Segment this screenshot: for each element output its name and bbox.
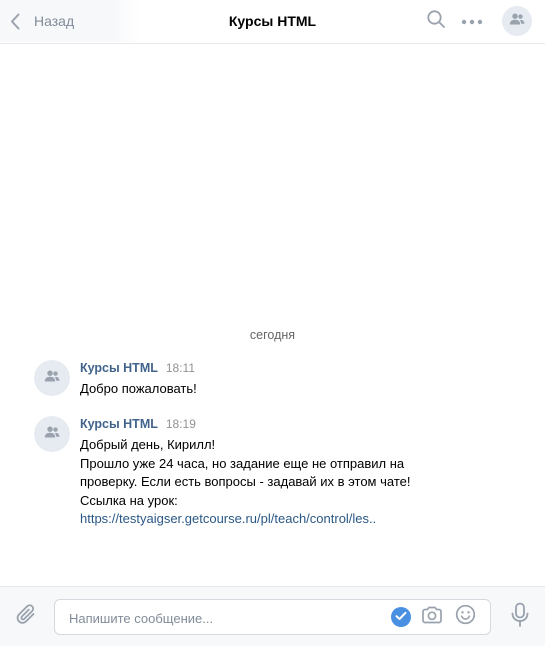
message-composer bbox=[0, 586, 545, 646]
search-button[interactable] bbox=[424, 9, 448, 33]
message-line: проверку. Если есть вопросы - задавай их… bbox=[80, 474, 411, 489]
message-time: 18:19 bbox=[165, 417, 196, 431]
more-dots-icon bbox=[461, 12, 483, 30]
back-label: Назад bbox=[34, 13, 75, 29]
emoji-button[interactable] bbox=[454, 604, 476, 630]
sender-avatar[interactable] bbox=[34, 360, 70, 396]
lesson-link[interactable]: https://testyaigser.getcourse.ru/pl/teac… bbox=[80, 510, 500, 529]
chat-header: Назад Курсы HTML bbox=[0, 0, 545, 44]
message-author[interactable]: Курсы HTML bbox=[80, 361, 158, 375]
chat-window: Назад Курсы HTML сегодня Курсы HTML 18:1… bbox=[0, 0, 545, 646]
message-line: Ссылка на урок: bbox=[80, 492, 178, 508]
date-separator: сегодня bbox=[249, 328, 296, 342]
message-line: Прошло уже 24 часа, но задание еще не от… bbox=[80, 455, 405, 471]
message-text: Добрый день, Кирилл! Прошло уже 24 часа,… bbox=[80, 436, 500, 529]
camera-button[interactable] bbox=[421, 606, 443, 628]
sender-avatar[interactable] bbox=[34, 416, 70, 452]
message-author[interactable]: Курсы HTML bbox=[80, 417, 158, 431]
message-input[interactable] bbox=[67, 600, 381, 636]
group-avatar-icon bbox=[509, 12, 525, 30]
message-text: Добро пожаловать! bbox=[80, 380, 500, 399]
more-button[interactable] bbox=[460, 9, 484, 33]
camera-icon bbox=[421, 606, 443, 629]
search-icon bbox=[426, 9, 446, 34]
chat-avatar-button[interactable] bbox=[502, 6, 532, 36]
back-button[interactable]: Назад bbox=[0, 0, 140, 42]
message-input-wrap bbox=[54, 599, 491, 636]
attach-button[interactable] bbox=[15, 603, 39, 632]
message-meta: Курсы HTML 18:19 bbox=[80, 416, 500, 432]
check-button[interactable] bbox=[391, 607, 411, 627]
group-avatar-icon bbox=[44, 425, 60, 443]
message-time: 18:11 bbox=[165, 361, 196, 375]
message-body: Курсы HTML 18:19 Добрый день, Кирилл! Про… bbox=[80, 416, 500, 529]
message-line: Добро пожаловать! bbox=[80, 381, 197, 396]
voice-message-button[interactable] bbox=[508, 602, 532, 633]
smile-icon bbox=[455, 604, 476, 630]
message-body: Курсы HTML 18:11 Добро пожаловать! bbox=[80, 360, 500, 399]
checkmark-icon bbox=[395, 608, 407, 626]
message-line: Добрый день, Кирилл! bbox=[80, 437, 216, 452]
message-meta: Курсы HTML 18:11 bbox=[80, 360, 500, 376]
chevron-left-icon bbox=[10, 12, 24, 30]
microphone-icon bbox=[510, 602, 530, 633]
paperclip-icon bbox=[16, 603, 38, 632]
group-avatar-icon bbox=[44, 369, 60, 387]
